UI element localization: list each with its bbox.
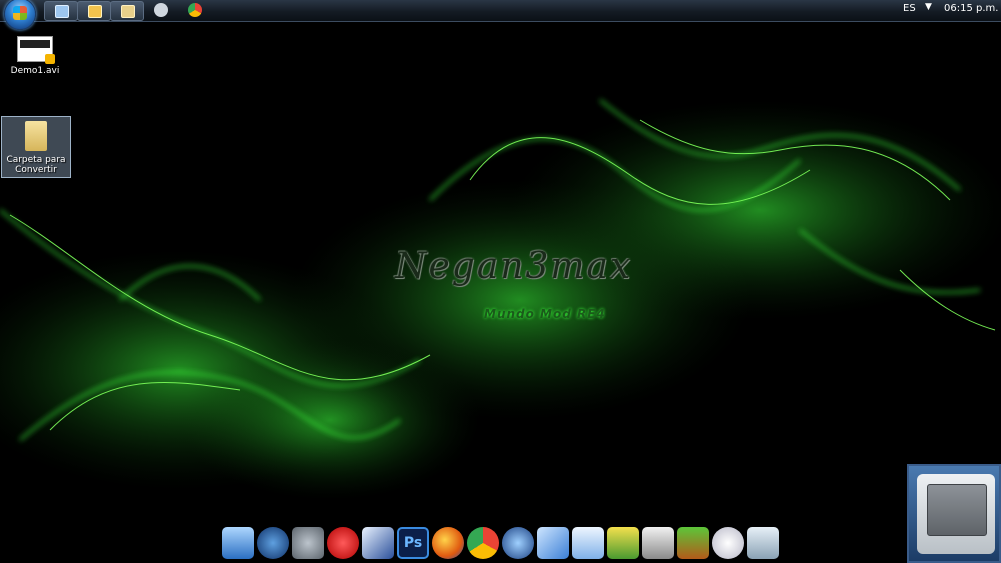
disc-icon[interactable]	[712, 527, 744, 559]
check-icon[interactable]	[537, 527, 569, 559]
desktop-icon-demo1[interactable]: Demo1.avi	[10, 36, 60, 76]
chrome-icon[interactable]	[467, 527, 499, 559]
gadget-display	[927, 484, 987, 536]
taskbar-media-player[interactable]	[77, 1, 111, 21]
folder-icon	[121, 5, 135, 18]
steam-icon[interactable]	[154, 3, 168, 17]
photoshop-icon[interactable]: Ps	[397, 527, 429, 559]
media-icon	[88, 5, 102, 18]
tray-expand-icon[interactable]: ▼	[925, 2, 932, 12]
system-gadget[interactable]	[907, 464, 1001, 563]
computer-icon[interactable]	[222, 527, 254, 559]
gadget-screen	[917, 474, 995, 554]
video-file-icon	[17, 36, 55, 64]
display-icon[interactable]	[642, 527, 674, 559]
chrome-icon[interactable]	[188, 3, 202, 17]
music-icon[interactable]	[607, 527, 639, 559]
tree-icon[interactable]	[677, 527, 709, 559]
windows-logo-icon	[13, 6, 27, 20]
firefox-icon[interactable]	[432, 527, 464, 559]
monitor-icon	[55, 5, 69, 18]
wallpaper-subtitle: Mundo Mod RE4	[484, 307, 606, 321]
folder-icon	[25, 121, 47, 151]
settings-gear-icon[interactable]	[257, 527, 289, 559]
paint-icon[interactable]	[362, 527, 394, 559]
dock-bar: Ps	[220, 521, 785, 563]
language-indicator[interactable]: ES	[903, 3, 916, 14]
clock[interactable]: 06:15 p.m.	[944, 3, 998, 14]
record-icon[interactable]	[327, 527, 359, 559]
media-player-icon[interactable]	[502, 527, 534, 559]
steam-icon[interactable]	[292, 527, 324, 559]
taskbar: ES ▼ 06:15 p.m.	[0, 0, 1001, 30]
taskbar-show-desktop[interactable]	[44, 1, 78, 21]
t3-icon[interactable]	[572, 527, 604, 559]
desktop-wallpaper: Negan3max Mundo Mod RE4	[0, 0, 1001, 563]
recycle-bin-icon[interactable]	[747, 527, 779, 559]
desktop-icon-label: Carpeta para Convertir	[6, 155, 66, 175]
desktop-icon-label: Demo1.avi	[10, 66, 60, 76]
wallpaper-logo: Negan3max	[395, 246, 633, 287]
desktop-icon-carpeta[interactable]: Carpeta para Convertir	[1, 116, 71, 178]
taskbar-explorer[interactable]	[110, 1, 144, 21]
